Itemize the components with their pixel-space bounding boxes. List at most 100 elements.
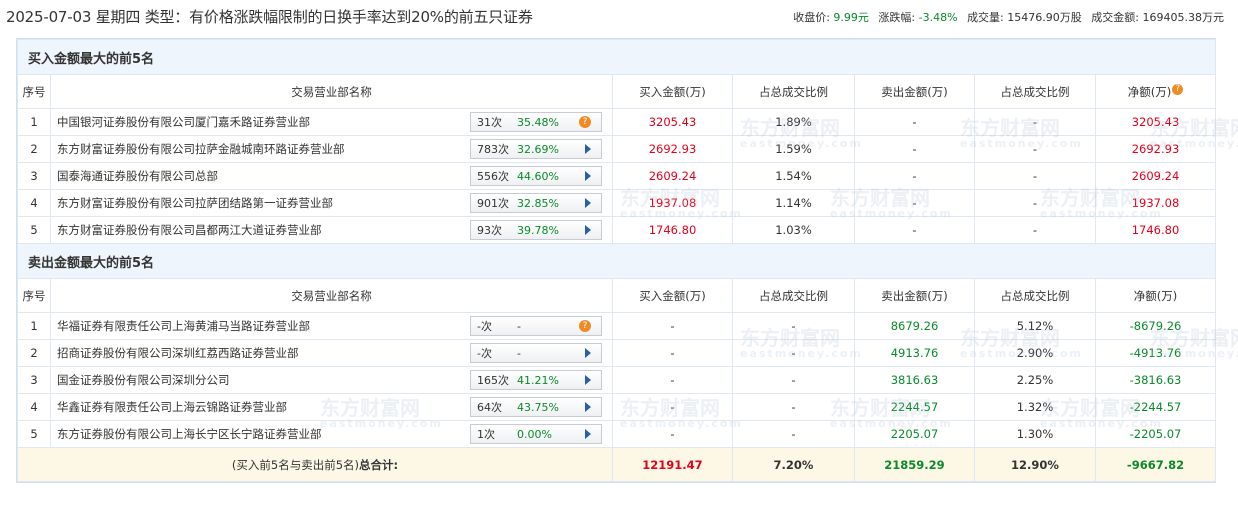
- broker-stats-button[interactable]: -次 -: [470, 343, 602, 363]
- broker-count: -次: [477, 320, 492, 333]
- broker-name-link[interactable]: 东方财富证券股份有限公司拉萨团结路第一证券营业部: [57, 195, 333, 211]
- broker-stats-button[interactable]: 783次 32.69%: [470, 139, 602, 159]
- column-header-row: 序号 交易营业部名称 买入金额(万) 占总成交比例 卖出金额(万) 占总成交比例 净额(万): [17, 278, 1216, 313]
- play-icon[interactable]: [585, 171, 591, 181]
- turnover-value: 169405.38万元: [1142, 11, 1225, 24]
- table-row: 4 华鑫证券有限责任公司上海云锦路证券营业部 64次 43.75% - -2244.57 1…: [17, 393, 1216, 421]
- sell-percent: 2.90%: [974, 339, 1096, 367]
- buy-percent: -: [732, 420, 855, 448]
- buy-amount: -: [612, 366, 733, 394]
- broker-name-link[interactable]: 国金证券股份有限公司深圳分公司: [57, 372, 230, 388]
- column-header-label: 卖出金额(万): [881, 288, 948, 303]
- sell-percent: 2.25%: [974, 366, 1096, 394]
- broker-name-link[interactable]: 东方证券股份有限公司上海长宁区长宁路证券营业部: [57, 426, 322, 442]
- play-icon[interactable]: [585, 375, 591, 385]
- column-header-label: 占总成交比例: [1000, 84, 1070, 99]
- sell-amount: -: [854, 108, 975, 136]
- column-header-name: 交易营业部名称: [50, 278, 613, 313]
- sell-percent: -: [974, 189, 1096, 217]
- broker-name-link[interactable]: 东方财富证券股份有限公司昌都两江大道证券营业部: [57, 222, 322, 238]
- column-header-buy: 买入金额(万): [612, 278, 733, 313]
- column-header-sell-pct: 占总成交比例: [974, 74, 1096, 109]
- broker-stats-button[interactable]: 31次 35.48%?: [470, 112, 602, 132]
- broker-name-link[interactable]: 招商证券股份有限公司深圳红荔西路证券营业部: [57, 345, 299, 361]
- table-row: 5 东方证券股份有限公司上海长宁区长宁路证券营业部 1次 0.00% - -2205.07…: [17, 420, 1216, 448]
- lhb-panel: 买入金额最大的前5名 序号 交易营业部名称 买入金额(万) 占总成交比例 卖出金额(万) 占…: [16, 38, 1216, 483]
- column-header-label: 净额(万): [1127, 84, 1172, 99]
- broker-stats-button[interactable]: 901次 32.85%: [470, 193, 602, 213]
- help-icon[interactable]: ?: [1172, 83, 1184, 95]
- question-icon[interactable]: ?: [579, 116, 591, 128]
- broker-stats-button[interactable]: -次 -?: [470, 316, 602, 336]
- broker-stats-button[interactable]: 165次 41.21%: [470, 370, 602, 390]
- broker-cell: 招商证券股份有限公司深圳红荔西路证券营业部 -次 -: [50, 339, 613, 367]
- play-icon[interactable]: [585, 348, 591, 358]
- table-row: 2 招商证券股份有限公司深圳红荔西路证券营业部 -次 - - -4913.76 2.90% -…: [17, 339, 1216, 367]
- sell-amount: 8679.26: [854, 312, 975, 340]
- broker-count: 31次: [477, 116, 502, 129]
- total-sell-pct: 12.90%: [974, 447, 1096, 482]
- total-label-bold: 总合计:: [359, 457, 399, 472]
- broker-name-link[interactable]: 东方财富证券股份有限公司拉萨金融城南环路证券营业部: [57, 141, 345, 157]
- column-header-label: 占总成交比例: [1000, 288, 1070, 303]
- table-row: 1 中国银河证券股份有限公司厦门嘉禾路证券营业部 31次 35.48%? 3205.43…: [17, 108, 1216, 136]
- sell-amount: -: [854, 216, 975, 244]
- total-row: (买入前5名与卖出前5名)总合计: 12191.47 7.20% 21859.29 12…: [17, 447, 1216, 482]
- broker-count: -次: [477, 347, 492, 360]
- broker-cell: 国金证券股份有限公司深圳分公司 165次 41.21%: [50, 366, 613, 394]
- column-header-label: 序号: [22, 84, 46, 99]
- buy-percent: -: [732, 339, 855, 367]
- row-seq: 1: [17, 108, 51, 136]
- buy-amount: 1746.80: [612, 216, 733, 244]
- net-amount: 1937.08: [1095, 189, 1216, 217]
- broker-stats-button[interactable]: 93次 39.78%: [470, 220, 602, 240]
- play-icon[interactable]: [585, 225, 591, 235]
- buy-amount: 1937.08: [612, 189, 733, 217]
- column-header-label: 交易营业部名称: [291, 288, 372, 303]
- broker-count: 1次: [477, 428, 495, 441]
- buy-amount: 2609.24: [612, 162, 733, 190]
- total-label-prefix: (买入前5名与卖出前5名): [231, 457, 359, 472]
- broker-stats-button[interactable]: 64次 43.75%: [470, 397, 602, 417]
- total-buy-pct: 7.20%: [732, 447, 855, 482]
- net-amount: 3205.43: [1095, 108, 1216, 136]
- total-net: -9667.82: [1095, 447, 1216, 482]
- column-header-name: 交易营业部名称: [50, 74, 613, 109]
- sell-percent: -: [974, 162, 1096, 190]
- play-icon[interactable]: [585, 402, 591, 412]
- net-amount: 2692.93: [1095, 135, 1216, 163]
- buy-amount: -: [612, 312, 733, 340]
- volume-label: 成交量:: [967, 11, 1004, 24]
- section-title-row: 卖出金额最大的前5名: [17, 243, 1216, 279]
- lhb-table: 买入金额最大的前5名 序号 交易营业部名称 买入金额(万) 占总成交比例 卖出金额(万) 占…: [17, 39, 1216, 482]
- column-header-seq: 序号: [17, 74, 51, 109]
- column-header-buy: 买入金额(万): [612, 74, 733, 109]
- sell-amount: 3816.63: [854, 366, 975, 394]
- play-icon[interactable]: [585, 198, 591, 208]
- sell-amount: 2244.57: [854, 393, 975, 421]
- row-seq: 2: [17, 339, 51, 367]
- buy-percent: 1.59%: [732, 135, 855, 163]
- column-header-net: 净额(万)?: [1095, 74, 1216, 109]
- broker-stats-button[interactable]: 556次 44.60%: [470, 166, 602, 186]
- broker-count: 901次: [477, 197, 509, 210]
- column-header-net: 净额(万): [1095, 278, 1216, 313]
- broker-count: 783次: [477, 143, 509, 156]
- row-seq: 5: [17, 216, 51, 244]
- buy-percent: 1.14%: [732, 189, 855, 217]
- sell-amount: 2205.07: [854, 420, 975, 448]
- sell-percent: 5.12%: [974, 312, 1096, 340]
- play-icon[interactable]: [585, 144, 591, 154]
- play-icon[interactable]: [585, 429, 591, 439]
- broker-name-link[interactable]: 华福证券有限责任公司上海黄浦马当路证券营业部: [57, 318, 310, 334]
- buy-amount: 3205.43: [612, 108, 733, 136]
- total-buy: 12191.47: [612, 447, 733, 482]
- broker-name-link[interactable]: 中国银河证券股份有限公司厦门嘉禾路证券营业部: [57, 114, 310, 130]
- broker-name-link[interactable]: 国泰海通证券股份有限公司总部: [57, 168, 218, 184]
- row-seq: 3: [17, 162, 51, 190]
- top-bar: 2025-07-03 星期四 类型：有价格涨跌幅限制的日换手率达到20%的前五只…: [0, 0, 1238, 34]
- row-seq: 5: [17, 420, 51, 448]
- broker-stats-button[interactable]: 1次 0.00%: [470, 424, 602, 444]
- broker-name-link[interactable]: 华鑫证券有限责任公司上海云锦路证券营业部: [57, 399, 287, 415]
- question-icon[interactable]: ?: [579, 320, 591, 332]
